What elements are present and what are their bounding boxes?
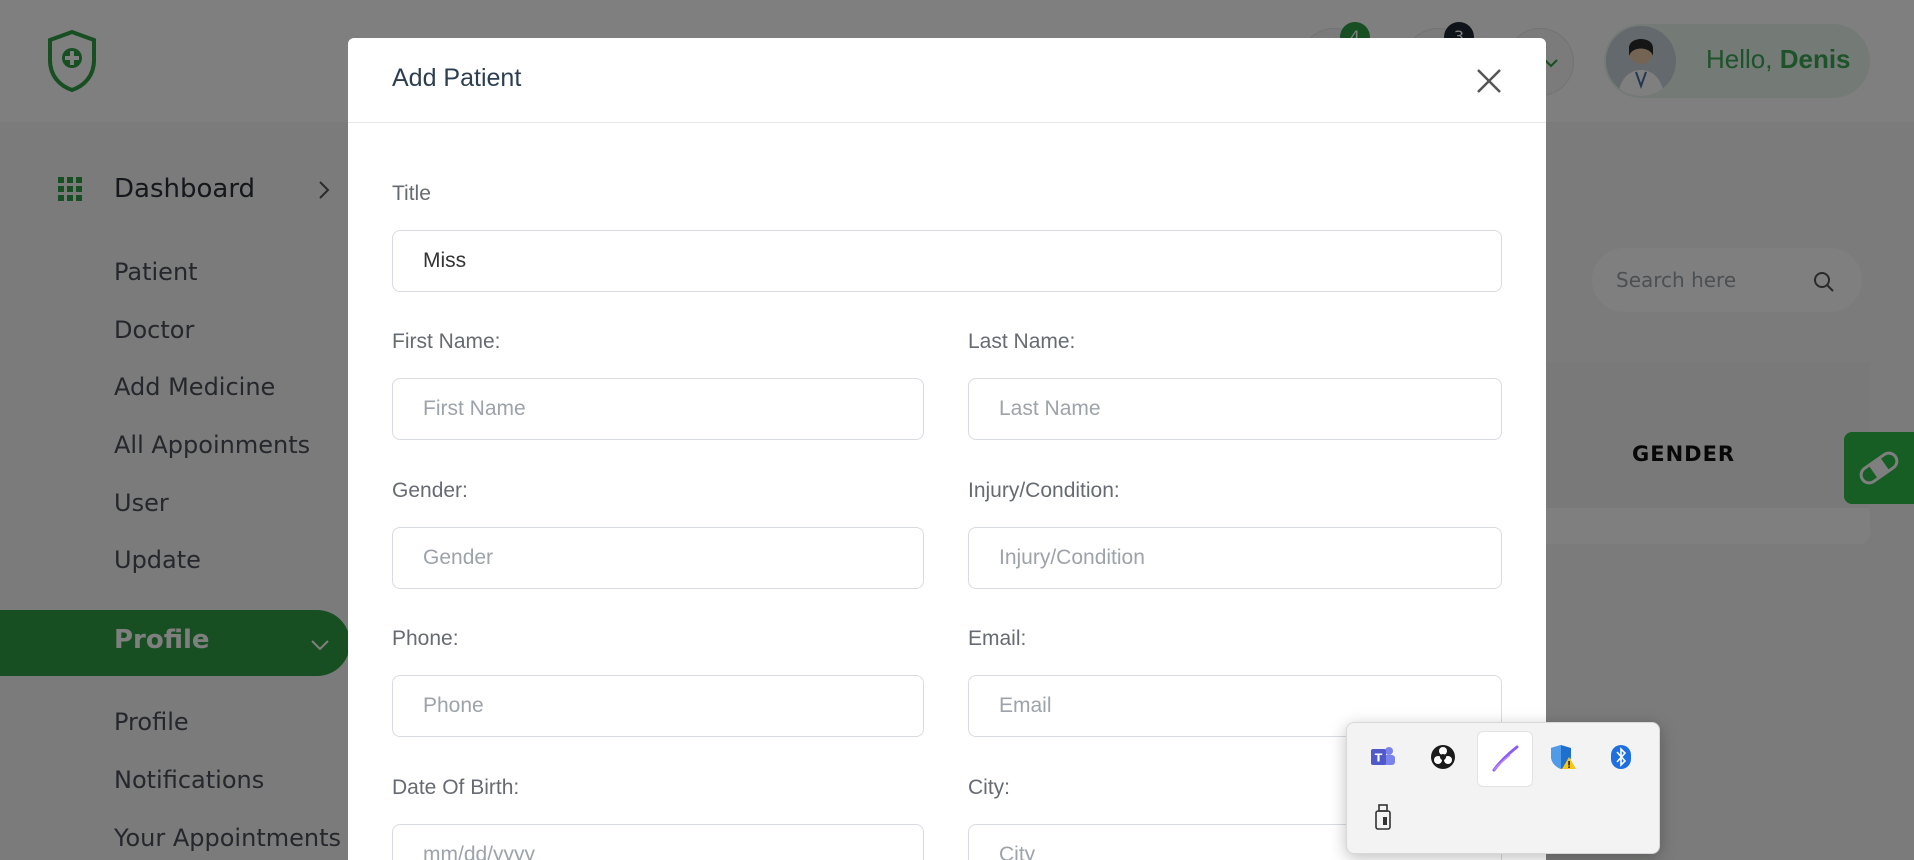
modal-title: Add Patient xyxy=(392,64,522,92)
email-label: Email: xyxy=(968,627,1027,650)
dob-field-box xyxy=(392,824,924,860)
injury-field-box xyxy=(968,527,1502,589)
defender-warning-icon[interactable] xyxy=(1539,733,1587,781)
gender-field-box xyxy=(392,527,924,589)
title-input[interactable] xyxy=(393,231,1501,291)
usb-drive-icon[interactable] xyxy=(1359,793,1407,841)
city-label: City: xyxy=(968,776,1010,799)
phone-label: Phone: xyxy=(392,627,459,650)
system-tray-overflow: T xyxy=(1346,722,1660,854)
gender-input[interactable] xyxy=(393,528,923,588)
first-name-label: First Name: xyxy=(392,330,501,353)
phone-field-box xyxy=(392,675,924,737)
last-name-input[interactable] xyxy=(969,379,1501,439)
phone-input[interactable] xyxy=(393,676,923,736)
title-field-box xyxy=(392,230,1502,292)
injury-input[interactable] xyxy=(969,528,1501,588)
last-name-label: Last Name: xyxy=(968,330,1076,353)
injury-label: Injury/Condition: xyxy=(968,479,1120,502)
title-label: Title xyxy=(392,182,431,205)
first-name-input[interactable] xyxy=(393,379,923,439)
teams-icon[interactable]: T xyxy=(1359,733,1407,781)
dob-label: Date Of Birth: xyxy=(392,776,520,799)
dob-input[interactable] xyxy=(393,825,923,860)
modal-header: Add Patient xyxy=(348,38,1546,123)
close-icon[interactable] xyxy=(1472,64,1506,98)
first-name-field-box xyxy=(392,378,924,440)
svg-text:T: T xyxy=(1375,752,1383,765)
gender-label: Gender: xyxy=(392,479,468,502)
obs-icon[interactable] xyxy=(1419,733,1467,781)
pen-icon[interactable] xyxy=(1477,731,1533,787)
last-name-field-box xyxy=(968,378,1502,440)
bluetooth-icon[interactable] xyxy=(1597,733,1645,781)
